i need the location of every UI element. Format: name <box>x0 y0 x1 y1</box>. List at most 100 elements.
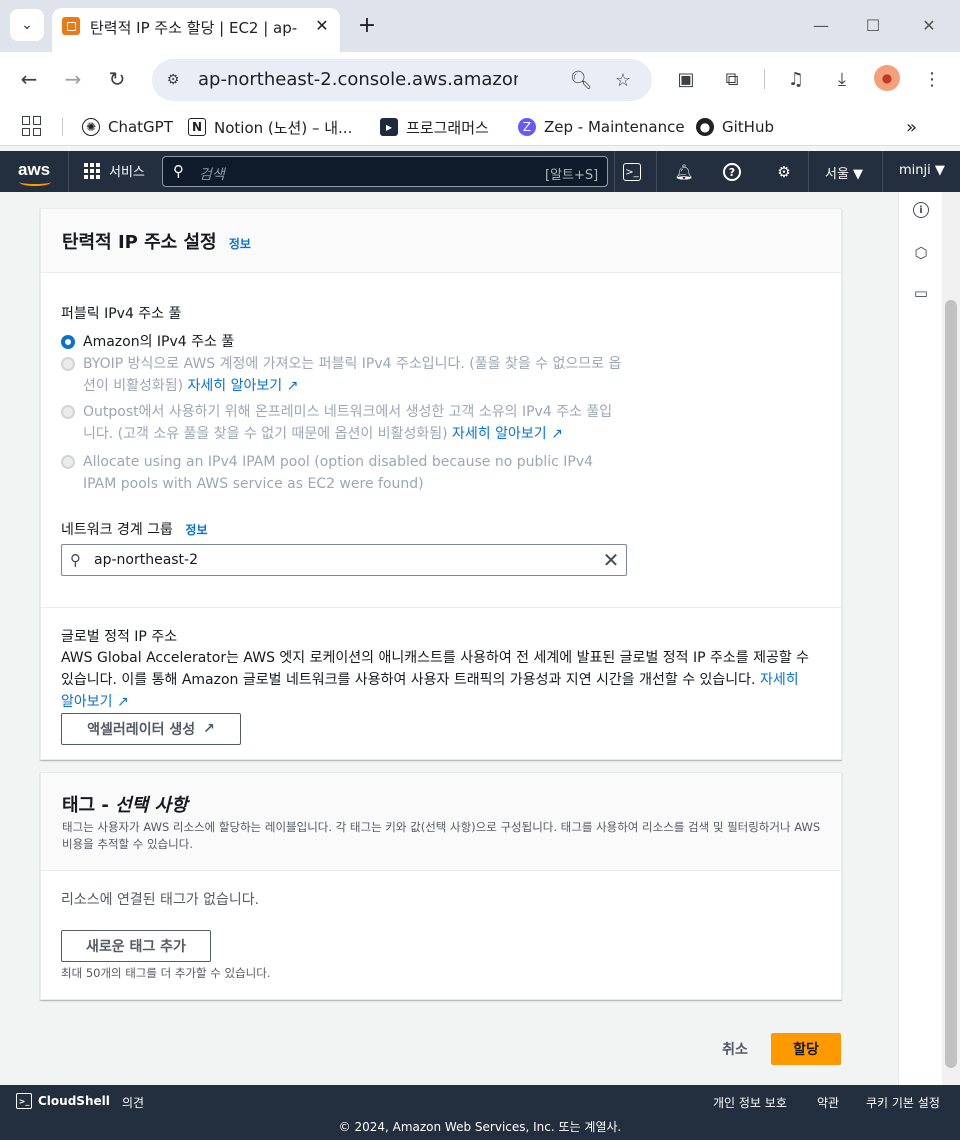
copyright: © 2024, Amazon Web Services, Inc. 또는 계열사… <box>338 1120 622 1134</box>
section-divider <box>41 607 841 608</box>
bookmark-star-icon[interactable]: ☆ <box>610 67 636 93</box>
add-tag-button[interactable]: 새로운 태그 추가 <box>61 930 211 962</box>
bookmark-chatgpt[interactable]: ✺ ChatGPT <box>82 116 173 138</box>
info-link[interactable]: 정보 <box>185 523 207 537</box>
address-bar[interactable]: ⚙ ap-northeast-2.console.aws.amazon.com/… <box>152 59 652 101</box>
scrollbar-thumb[interactable] <box>945 300 957 1068</box>
reload-icon[interactable]: ↻ <box>102 64 132 94</box>
pool-label: 퍼블릭 IPv4 주소 풀 <box>61 306 182 322</box>
terms-link[interactable]: 약관 <box>817 1094 839 1111</box>
radio-selected[interactable] <box>61 335 75 349</box>
option-text: Allocate using an IPv4 IPAM pool (option… <box>83 454 594 492</box>
media-controls-icon[interactable]: ♫ <box>782 65 810 93</box>
pool-option-ipam: Allocate using an IPv4 IPAM pool (option… <box>61 451 641 497</box>
bookmark-label: Zep - Maintenance <box>544 118 685 136</box>
aws-logo[interactable]: aws <box>18 160 50 180</box>
option-text: BYOIP 방식으로 AWS 계정에 가져오는 퍼블릭 IPv4 주소입니다. … <box>83 353 623 397</box>
external-link-icon: ↗ <box>286 378 299 394</box>
notifications-bell-icon[interactable]: 🔔︎ <box>673 161 695 183</box>
panel-header: 탄력적 IP 주소 설정 정보 <box>41 209 841 273</box>
screen-feedback-icon[interactable]: ▭ <box>910 282 932 304</box>
panel-title-text: 탄력적 IP 주소 설정 <box>62 232 217 253</box>
github-icon: ● <box>696 118 714 136</box>
browser-toolbar: ← → ↻ ⚙ ap-northeast-2.console.aws.amazo… <box>0 52 960 106</box>
radio-disabled <box>61 455 75 469</box>
aws-console-header: aws 서비스 ⚲ 검색 [알트+S] >_ 🔔︎ ? ⚙ 서울 ▼ minji… <box>0 151 960 192</box>
aws-search-input[interactable]: ⚲ 검색 [알트+S] <box>162 156 608 187</box>
new-tab-icon[interactable]: + <box>354 12 380 38</box>
button-label: 액셀러레이터 생성 <box>87 722 196 738</box>
more-bookmarks-icon[interactable]: » <box>906 116 917 138</box>
bookmark-notion[interactable]: N Notion (노션) – 내... <box>188 116 352 138</box>
browser-tab-active[interactable]: 탄력적 IP 주소 할당 | EC2 | ap- ✕ <box>52 8 340 52</box>
info-link[interactable]: 정보 <box>229 237 251 251</box>
browser-menu-icon[interactable]: ⋮ <box>918 65 946 93</box>
bookmark-programmers[interactable]: ▸ 프로그래머스 <box>380 116 489 138</box>
option-text: Outpost에서 사용하기 위해 온프레미스 네트워크에서 생성한 고객 소유… <box>83 401 623 445</box>
external-link-icon: ↗ <box>116 694 129 710</box>
external-link-icon: ↗ <box>203 721 215 737</box>
learn-more-text: 자세히 알아보기 <box>187 378 283 394</box>
ngw-value: ap-northeast-2 <box>94 552 199 568</box>
clear-input-icon[interactable]: ✕ <box>600 548 622 572</box>
panel-title: 태그 - 선택 사항 <box>62 791 188 817</box>
site-settings-icon[interactable]: ⚙ <box>162 70 184 90</box>
learn-more-link[interactable]: 자세히 알아보기 ↗ <box>452 426 563 442</box>
header-divider <box>614 151 615 192</box>
cloudshell-icon[interactable]: >_ <box>623 163 641 181</box>
header-divider <box>882 151 883 192</box>
aws-logo-smile-icon <box>19 178 51 186</box>
apps-grid-icon[interactable] <box>22 116 42 136</box>
cloudshell-label: CloudShell <box>38 1094 110 1108</box>
header-divider <box>656 151 657 192</box>
tags-description: 태그는 사용자가 AWS 리소스에 할당하는 레이블입니다. 각 태그는 키와 … <box>62 820 821 851</box>
downloads-icon[interactable]: ⤓ <box>828 65 856 93</box>
privacy-link[interactable]: 개인 정보 보호 <box>713 1094 787 1111</box>
ngw-label-text: 네트워크 경계 그룹 <box>61 522 173 538</box>
bookmark-label: ChatGPT <box>108 118 173 136</box>
extensions-icon[interactable]: ⧉ <box>718 65 746 93</box>
forward-icon[interactable]: → <box>58 64 88 94</box>
global-ip-description: AWS Global Accelerator는 AWS 엣지 로케이션의 애니캐… <box>61 647 811 713</box>
external-link-icon: ↗ <box>551 426 563 442</box>
info-panel-icon[interactable]: i <box>913 202 929 218</box>
maximize-window-icon[interactable]: ☐ <box>858 12 888 38</box>
close-window-icon[interactable]: ✕ <box>914 12 944 38</box>
bookmark-zep[interactable]: Z Zep - Maintenance <box>518 116 685 138</box>
bookmarks-divider <box>62 118 63 136</box>
profile-avatar-icon[interactable]: ● <box>874 65 900 91</box>
services-grid-icon <box>84 162 100 179</box>
region-selector[interactable]: 서울 ▼ <box>825 163 863 182</box>
bookmarks-bar: ✺ ChatGPT N Notion (노션) – 내... ▸ 프로그래머스 … <box>0 106 960 146</box>
help-icon[interactable]: ? <box>723 163 741 181</box>
learn-more-text: 자세히 알아보기 <box>452 426 547 442</box>
zoom-icon[interactable]: 🔍︎ <box>568 67 594 93</box>
extension-puzzle-icon[interactable]: ▣ <box>672 65 700 93</box>
option-text: Amazon의 IPv4 주소 풀 <box>83 334 235 350</box>
radio-disabled <box>61 357 75 371</box>
cancel-button[interactable]: 취소 <box>708 1033 762 1065</box>
feedback-link[interactable]: 의견 <box>122 1094 144 1111</box>
learn-more-link[interactable]: 자세히 알아보기 ↗ <box>188 378 299 394</box>
tab-search-dropdown-icon[interactable]: ⌄ <box>10 9 44 41</box>
back-icon[interactable]: ← <box>14 64 44 94</box>
cookie-preferences-link[interactable]: 쿠키 기본 설정 <box>866 1094 940 1111</box>
search-icon: ⚲ <box>70 551 81 569</box>
header-divider <box>68 151 69 192</box>
notion-icon: N <box>188 118 206 136</box>
settings-gear-icon[interactable]: ⚙ <box>773 161 795 183</box>
network-border-group-input[interactable]: ⚲ ap-northeast-2 ✕ <box>61 544 627 576</box>
minimize-window-icon[interactable]: — <box>806 12 836 38</box>
services-menu[interactable]: 서비스 <box>84 161 145 180</box>
search-placeholder: 검색 <box>199 167 225 183</box>
option-text-body: BYOIP 방식으로 AWS 계정에 가져오는 퍼블릭 IPv4 주소입니다. … <box>83 356 622 394</box>
account-menu[interactable]: minji ▼ <box>899 163 945 178</box>
global-desc-text: AWS Global Accelerator는 AWS 엣지 로케이션의 애니캐… <box>61 650 810 688</box>
tab-close-icon[interactable]: ✕ <box>310 13 334 37</box>
bookmark-github[interactable]: ● GitHub <box>696 116 774 138</box>
create-accelerator-button[interactable]: 액셀러레이터 생성 ↗ <box>61 713 241 745</box>
hexagon-feature-icon[interactable]: ⬡ <box>910 242 932 264</box>
allocate-button[interactable]: 할당 <box>771 1033 841 1065</box>
cloudshell-link[interactable]: >_ CloudShell <box>16 1093 110 1109</box>
search-shortcut: [알트+S] <box>545 168 599 183</box>
